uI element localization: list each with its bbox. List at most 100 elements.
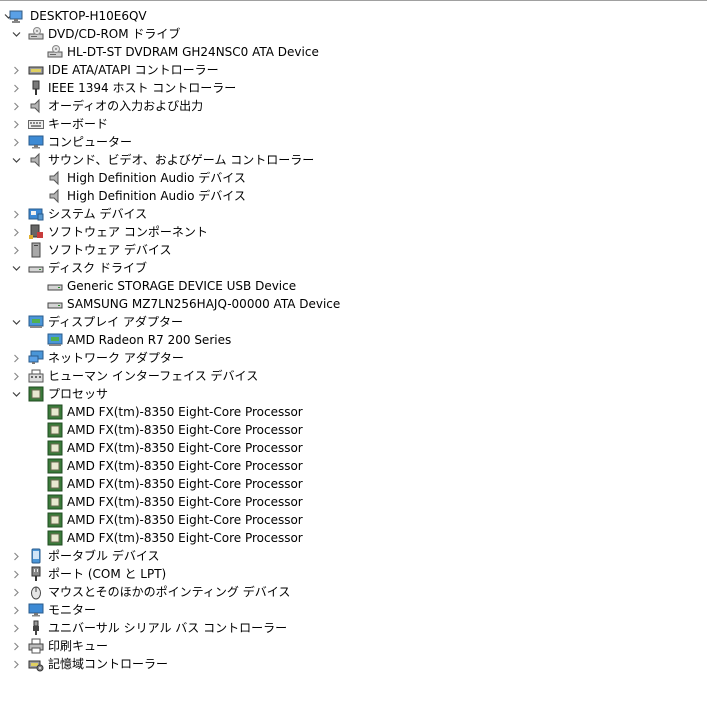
- tree-category-item[interactable]: ソフトウェア コンポーネント: [0, 223, 707, 241]
- expand-chevron-icon[interactable]: [10, 61, 22, 79]
- speaker-icon: [28, 152, 44, 168]
- tree-device-item[interactable]: AMD FX(tm)-8350 Eight-Core Processor: [0, 439, 707, 457]
- expand-chevron-icon[interactable]: [10, 601, 22, 619]
- tree-item-label[interactable]: モニター: [48, 601, 96, 619]
- tree-item-label[interactable]: AMD FX(tm)-8350 Eight-Core Processor: [67, 439, 303, 457]
- tree-item-label[interactable]: システム デバイス: [48, 205, 147, 223]
- collapse-chevron-icon[interactable]: [10, 25, 22, 43]
- tree-category-item[interactable]: ディスク ドライブ: [0, 259, 707, 277]
- tree-item-label[interactable]: ソフトウェア デバイス: [48, 241, 171, 259]
- tree-category-item[interactable]: 印刷キュー: [0, 637, 707, 655]
- tree-device-item[interactable]: Generic STORAGE DEVICE USB Device: [0, 277, 707, 295]
- expand-chevron-icon[interactable]: [10, 583, 22, 601]
- tree-item-label[interactable]: コンピューター: [48, 133, 132, 151]
- tree-item-label[interactable]: AMD FX(tm)-8350 Eight-Core Processor: [67, 403, 303, 421]
- tree-item-label[interactable]: High Definition Audio デバイス: [67, 187, 246, 205]
- tree-device-item[interactable]: AMD FX(tm)-8350 Eight-Core Processor: [0, 457, 707, 475]
- expand-chevron-icon[interactable]: [10, 637, 22, 655]
- tree-device-item[interactable]: AMD FX(tm)-8350 Eight-Core Processor: [0, 511, 707, 529]
- tree-category-item[interactable]: オーディオの入力および出力: [0, 97, 707, 115]
- tree-device-item[interactable]: AMD FX(tm)-8350 Eight-Core Processor: [0, 421, 707, 439]
- expand-chevron-icon[interactable]: [10, 115, 22, 133]
- expand-chevron-icon[interactable]: [10, 565, 22, 583]
- tree-root-item[interactable]: DESKTOP-H10E6QV: [0, 7, 707, 25]
- tree-item-label[interactable]: ヒューマン インターフェイス デバイス: [48, 367, 258, 385]
- expand-chevron-icon[interactable]: [10, 547, 22, 565]
- tree-item-label[interactable]: ユニバーサル シリアル バス コントローラー: [48, 619, 287, 637]
- tree-device-item[interactable]: SAMSUNG MZ7LN256HAJQ-00000 ATA Device: [0, 295, 707, 313]
- tree-item-label[interactable]: ネットワーク アダプター: [48, 349, 184, 367]
- expand-chevron-icon[interactable]: [10, 349, 22, 367]
- tree-item-label[interactable]: AMD Radeon R7 200 Series: [67, 331, 231, 349]
- tree-category-item[interactable]: DVD/CD-ROM ドライブ: [0, 25, 707, 43]
- tree-device-item[interactable]: HL-DT-ST DVDRAM GH24NSC0 ATA Device: [0, 43, 707, 61]
- tree-device-item[interactable]: AMD FX(tm)-8350 Eight-Core Processor: [0, 403, 707, 421]
- expand-chevron-icon[interactable]: [10, 223, 22, 241]
- device-tree: DESKTOP-H10E6QV DVD/CD-ROM ドライブ HL-DT-ST D…: [0, 7, 707, 673]
- tree-category-item[interactable]: サウンド、ビデオ、およびゲーム コントローラー: [0, 151, 707, 169]
- tree-category-item[interactable]: ポート (COM と LPT): [0, 565, 707, 583]
- tree-item-label[interactable]: AMD FX(tm)-8350 Eight-Core Processor: [67, 457, 303, 475]
- tree-category-item[interactable]: キーボード: [0, 115, 707, 133]
- tree-device-item[interactable]: AMD Radeon R7 200 Series: [0, 331, 707, 349]
- tree-device-item[interactable]: High Definition Audio デバイス: [0, 169, 707, 187]
- tree-item-label[interactable]: キーボード: [48, 115, 108, 133]
- expand-chevron-icon[interactable]: [10, 619, 22, 637]
- tree-category-item[interactable]: 記憶域コントローラー: [0, 655, 707, 673]
- tree-category-item[interactable]: コンピューター: [0, 133, 707, 151]
- expand-chevron-icon[interactable]: [10, 655, 22, 673]
- expand-chevron-icon[interactable]: [10, 133, 22, 151]
- tree-category-item[interactable]: IEEE 1394 ホスト コントローラー: [0, 79, 707, 97]
- tree-item-label[interactable]: DESKTOP-H10E6QV: [30, 7, 147, 25]
- expand-chevron-icon[interactable]: [10, 241, 22, 259]
- tree-item-label[interactable]: ディスプレイ アダプター: [48, 313, 183, 331]
- expand-chevron-icon[interactable]: [10, 79, 22, 97]
- tree-category-item[interactable]: ソフトウェア デバイス: [0, 241, 707, 259]
- tree-item-label[interactable]: HL-DT-ST DVDRAM GH24NSC0 ATA Device: [67, 43, 319, 61]
- tree-item-label[interactable]: IEEE 1394 ホスト コントローラー: [48, 79, 236, 97]
- tree-category-item[interactable]: プロセッサ: [0, 385, 707, 403]
- tree-category-item[interactable]: モニター: [0, 601, 707, 619]
- expand-chevron-icon[interactable]: [10, 367, 22, 385]
- tree-item-label[interactable]: マウスとそのほかのポインティング デバイス: [48, 583, 290, 601]
- tree-device-item[interactable]: AMD FX(tm)-8350 Eight-Core Processor: [0, 529, 707, 547]
- tree-item-label[interactable]: オーディオの入力および出力: [48, 97, 203, 115]
- tree-item-label[interactable]: 記憶域コントローラー: [48, 655, 168, 673]
- tree-item-label[interactable]: サウンド、ビデオ、およびゲーム コントローラー: [48, 151, 314, 169]
- tree-category-item[interactable]: ヒューマン インターフェイス デバイス: [0, 367, 707, 385]
- tree-device-item[interactable]: High Definition Audio デバイス: [0, 187, 707, 205]
- tree-category-item[interactable]: IDE ATA/ATAPI コントローラー: [0, 61, 707, 79]
- tree-category-item[interactable]: マウスとそのほかのポインティング デバイス: [0, 583, 707, 601]
- tree-category-item[interactable]: ネットワーク アダプター: [0, 349, 707, 367]
- tree-category-item[interactable]: システム デバイス: [0, 205, 707, 223]
- tree-category-item[interactable]: ディスプレイ アダプター: [0, 313, 707, 331]
- tree-item-label[interactable]: AMD FX(tm)-8350 Eight-Core Processor: [67, 475, 303, 493]
- tree-item-label[interactable]: DVD/CD-ROM ドライブ: [48, 25, 180, 43]
- expand-chevron-icon[interactable]: [10, 205, 22, 223]
- tree-item-label[interactable]: Generic STORAGE DEVICE USB Device: [67, 277, 296, 295]
- collapse-chevron-icon[interactable]: [10, 151, 22, 169]
- tree-item-label[interactable]: SAMSUNG MZ7LN256HAJQ-00000 ATA Device: [67, 295, 340, 313]
- tree-device-item[interactable]: AMD FX(tm)-8350 Eight-Core Processor: [0, 475, 707, 493]
- collapse-chevron-icon[interactable]: [10, 313, 22, 331]
- tree-item-label[interactable]: ディスク ドライブ: [48, 259, 147, 277]
- tree-category-item[interactable]: ユニバーサル シリアル バス コントローラー: [0, 619, 707, 637]
- tree-item-label[interactable]: 印刷キュー: [48, 637, 108, 655]
- tree-item-label[interactable]: プロセッサ: [48, 385, 108, 403]
- tree-item-label[interactable]: AMD FX(tm)-8350 Eight-Core Processor: [67, 511, 303, 529]
- tree-category-item[interactable]: ポータブル デバイス: [0, 547, 707, 565]
- collapse-chevron-icon[interactable]: [10, 259, 22, 277]
- expand-chevron-icon[interactable]: [10, 97, 22, 115]
- tree-item-label[interactable]: AMD FX(tm)-8350 Eight-Core Processor: [67, 493, 303, 511]
- collapse-chevron-icon[interactable]: [10, 385, 22, 403]
- tree-item-label[interactable]: ポート (COM と LPT): [48, 565, 166, 583]
- software-component-icon: [28, 224, 44, 240]
- tree-item-label[interactable]: High Definition Audio デバイス: [67, 169, 246, 187]
- tree-item-label[interactable]: ソフトウェア コンポーネント: [48, 223, 208, 241]
- tree-item-label[interactable]: IDE ATA/ATAPI コントローラー: [48, 61, 219, 79]
- tree-item-label[interactable]: ポータブル デバイス: [48, 547, 159, 565]
- tree-device-item[interactable]: AMD FX(tm)-8350 Eight-Core Processor: [0, 493, 707, 511]
- tree-item-label[interactable]: AMD FX(tm)-8350 Eight-Core Processor: [67, 529, 303, 547]
- tree-item-label[interactable]: AMD FX(tm)-8350 Eight-Core Processor: [67, 421, 303, 439]
- port-icon: [28, 566, 44, 582]
